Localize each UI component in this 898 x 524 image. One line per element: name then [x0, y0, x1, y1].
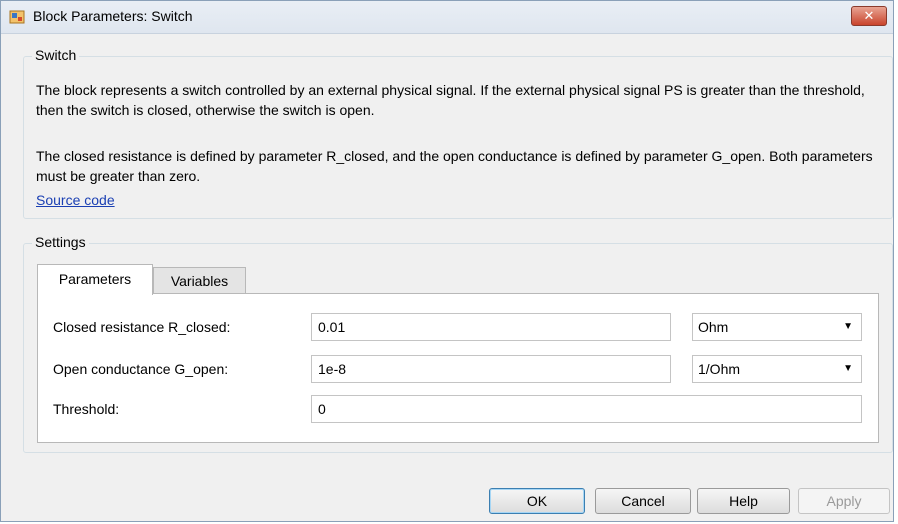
open-conductance-label: Open conductance G_open: [53, 361, 229, 377]
open-conductance-unit-value: 1/Ohm [698, 361, 741, 377]
ok-button[interactable]: OK [489, 488, 585, 514]
source-code-link[interactable]: Source code [36, 192, 115, 208]
closed-resistance-unit-select[interactable]: Ohm ▼ [692, 313, 862, 341]
simulink-block-icon [9, 10, 25, 24]
closed-resistance-input[interactable]: 0.01 [311, 313, 671, 341]
closed-resistance-label: Closed resistance R_closed: [53, 319, 231, 335]
chevron-down-icon: ▼ [843, 363, 853, 374]
parameters-panel: Closed resistance R_closed: 0.01 Ohm ▼ O… [37, 293, 879, 443]
threshold-label: Threshold: [53, 401, 120, 417]
open-conductance-unit-select[interactable]: 1/Ohm ▼ [692, 355, 862, 383]
open-conductance-input[interactable]: 1e-8 [311, 355, 671, 383]
cancel-button[interactable]: Cancel [595, 488, 691, 514]
block-description-paragraph-2: The closed resistance is defined by para… [36, 148, 873, 184]
settings-group-title: Settings [32, 234, 89, 250]
tab-variables[interactable]: Variables [153, 267, 246, 294]
close-button[interactable]: ✕ [851, 6, 887, 26]
block-parameters-dialog: Block Parameters: Switch ✕ Switch The bl… [0, 0, 894, 522]
help-button[interactable]: Help [697, 488, 790, 514]
title-bar[interactable]: Block Parameters: Switch ✕ [1, 1, 893, 34]
tab-parameters[interactable]: Parameters [37, 264, 153, 295]
block-group-title: Switch [32, 47, 80, 63]
chevron-down-icon: ▼ [843, 321, 853, 332]
window-title: Block Parameters: Switch [33, 8, 193, 24]
block-description-paragraph-1: The block represents a switch controlled… [36, 82, 865, 118]
closed-resistance-unit-value: Ohm [698, 319, 729, 335]
apply-button[interactable]: Apply [798, 488, 890, 514]
threshold-input[interactable]: 0 [311, 395, 862, 423]
